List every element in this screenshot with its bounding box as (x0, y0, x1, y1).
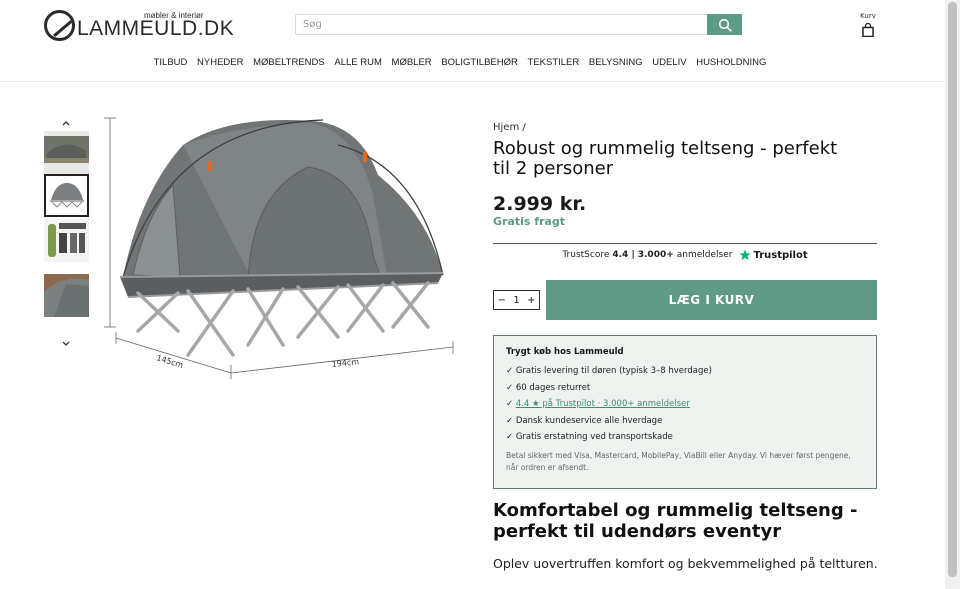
qty-increase-button[interactable]: + (527, 295, 535, 306)
trustpilot-star-icon (739, 249, 752, 261)
thumbnail-tent-outdoor-image (44, 131, 89, 174)
breadcrumb[interactable]: Hjem / (493, 122, 526, 133)
product-title: Robust og rummelig teltseng - perfekt ti… (493, 138, 838, 179)
nav-item-belysning[interactable]: BELYSNING (589, 57, 643, 68)
description-intro: Oplev uovertruffen komfort og bekvemmeli… (493, 556, 878, 571)
search-bar (295, 14, 742, 35)
trustpilot-brand: Trustpilot (753, 249, 808, 261)
reviews-word: anmeldelser (676, 250, 733, 260)
logo-mark-icon (44, 10, 75, 41)
trust-box-item: ✓ 60 dages returret (506, 382, 591, 393)
nav-item-udeliv[interactable]: UDELIV (652, 57, 686, 68)
price-divider (493, 243, 877, 244)
trust-box-item-trustpilot: ✓ 4.4 ★ på Trustpilot · 3.000+ anmeldels… (506, 399, 864, 409)
thumb-scroll-up[interactable] (58, 118, 74, 128)
tent-cot-illustration: 157cm 145cm 194cm (90, 5, 454, 379)
trustpilot-link[interactable]: 4.4 ★ på Trustpilot · 3.000+ anmeldelser (516, 399, 690, 409)
thumbnail-tent-closeup-image (44, 274, 89, 317)
nav-item-nyheder[interactable]: NYHEDER (197, 57, 243, 68)
scrollbar-thumb[interactable] (948, 2, 957, 577)
qty-value[interactable]: 1 (513, 295, 519, 306)
search-button[interactable] (707, 14, 742, 35)
trustscore-value: 4.4 | (612, 250, 635, 260)
thumb-scroll-down[interactable] (58, 339, 74, 349)
dimension-width-label: 145cm (155, 353, 184, 370)
chevron-down-icon (62, 341, 70, 346)
nav-item-boligtilbehor[interactable]: BOLIGTILBEHØR (441, 57, 518, 68)
quantity-stepper[interactable]: − 1 + (493, 290, 540, 310)
payment-note: Betal sikkert med Visa, Mastercard, Mobi… (506, 451, 851, 472)
search-input[interactable] (296, 15, 708, 34)
page-scrollbar[interactable] (945, 0, 960, 589)
header-divider (0, 81, 945, 82)
logo-text: LAMMEULD.DK (77, 17, 235, 40)
free-shipping-label: Gratis fragt (493, 215, 566, 228)
trust-box: Trygt køb hos Lammeuld ✓ Gratis levering… (493, 335, 877, 489)
product-thumbnail[interactable] (44, 131, 89, 174)
nav-item-alle-rum[interactable]: ALLE RUM (334, 57, 382, 68)
main-product-image[interactable]: 157cm 145cm 194cm (90, 5, 468, 385)
check-mark: ✓ (506, 399, 514, 409)
nav-item-husholdning[interactable]: HUSHOLDNING (696, 57, 766, 68)
review-count: 3.000+ (637, 250, 674, 260)
trustpilot-widget[interactable]: TrustScore 4.4 | 3.000+ anmeldelser Trus… (493, 249, 877, 261)
search-icon (718, 18, 732, 32)
cart-icon (862, 22, 874, 38)
product-thumbnail-partial[interactable] (44, 328, 89, 332)
add-to-cart-button[interactable]: LÆG I KURV (546, 280, 877, 320)
trust-box-item: ✓ Gratis levering til døren (typisk 3–8 … (506, 366, 712, 376)
thumbnail-tent-cot-image (46, 176, 87, 215)
cart-button[interactable]: Kurv (856, 12, 880, 41)
chevron-up-icon (62, 121, 70, 126)
nav-item-mobeltrends[interactable]: MØBELTRENDS (253, 57, 325, 68)
qty-decrease-button[interactable]: − (498, 295, 506, 306)
product-price: 2.999 kr. (493, 193, 587, 215)
trustscore-label: TrustScore (562, 250, 610, 260)
nav-item-tilbud[interactable]: TILBUD (154, 57, 188, 68)
thumbnail-package-contents-image (44, 219, 89, 262)
trust-box-title: Trygt køb hos Lammeuld (506, 347, 624, 357)
trustpilot-logo: Trustpilot (739, 249, 808, 261)
product-thumbnail[interactable] (44, 219, 89, 262)
cart-label: Kurv (860, 12, 876, 20)
main-nav: TILBUD NYHEDER MØBELTRENDS ALLE RUM MØBL… (0, 57, 920, 68)
nav-item-mobler[interactable]: MØBLER (392, 57, 432, 68)
nav-item-tekstiler[interactable]: TEKSTILER (528, 57, 580, 68)
trust-box-item: ✓ Dansk kundeservice alle hverdage (506, 415, 663, 426)
dimension-length-label: 194cm (331, 357, 359, 369)
product-thumbnail-active[interactable] (44, 174, 89, 217)
product-thumbnail[interactable] (44, 274, 89, 317)
description-heading: Komfortabel og rummelig teltseng - perfe… (493, 500, 858, 542)
site-logo[interactable]: møbler & interiør LAMMEULD.DK (44, 10, 234, 42)
trust-box-item: ✓ Gratis erstatning ved transportskade (506, 432, 673, 442)
